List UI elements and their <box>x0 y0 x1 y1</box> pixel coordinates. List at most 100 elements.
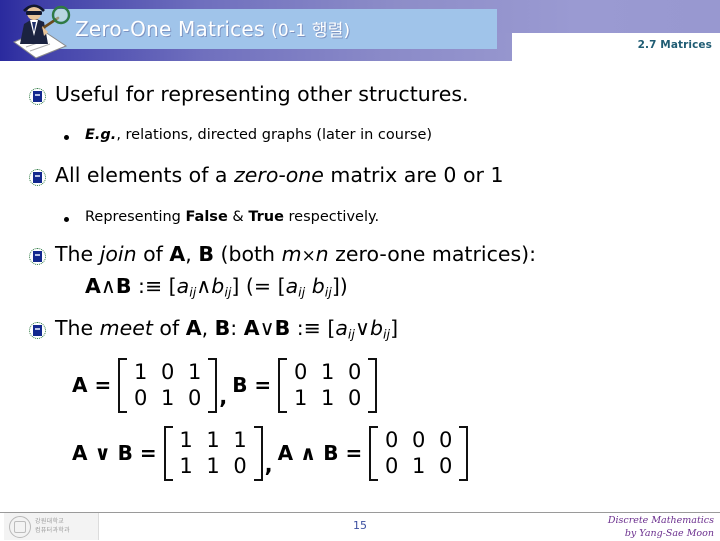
b3-m: m <box>281 242 302 266</box>
course-title: Discrete Mathematics <box>607 515 714 526</box>
bullet-all-elements-zero-one: All elements of a zero-one matrix are 0 … <box>29 163 504 188</box>
section-label: 2.7 Matrices <box>637 39 712 51</box>
b4-or-op2: ∨ <box>354 316 370 340</box>
join-and-op2: ∧ <box>196 274 212 298</box>
join-and-op: ∧ <box>100 274 116 298</box>
matrix-cell: 0 <box>161 360 175 384</box>
b4-ij1: ij <box>347 326 355 342</box>
matrix-cell: 1 <box>188 360 202 384</box>
b4-a: The <box>55 316 100 340</box>
b2s1-c: & <box>227 209 249 225</box>
globe-square-bullet-icon <box>29 248 46 265</box>
course-author: by Yang-Sae Moon <box>624 528 714 540</box>
b4-matrix-A: A <box>185 316 202 340</box>
b3-c: of <box>136 242 170 266</box>
slide-title: Zero-One Matrices (0-1 행렬) <box>75 16 350 41</box>
subbullet-text: Representing False & True respectively. <box>85 209 379 226</box>
matrix-cell: 1 <box>206 427 220 452</box>
b3-k: zero-one matrices): <box>328 242 537 266</box>
subbullet-text: E.g., relations, directed graphs (later … <box>85 127 432 144</box>
matrix-cell: 1 <box>134 360 148 384</box>
matrix-cell: 0 <box>439 454 453 479</box>
bullet-join-definition: The join of A, B (both m×n zero-one matr… <box>29 242 537 267</box>
b2-emph-zero-one: zero-one <box>234 163 324 187</box>
join-B: B <box>115 274 132 298</box>
matrix-cell: 0 <box>439 427 453 452</box>
matrix-cell: 0 <box>412 427 426 452</box>
matrix-cell: 0 <box>385 427 399 452</box>
join-assign: :≡ [ <box>131 274 177 298</box>
matrix-cell: 0 <box>347 360 362 384</box>
matrix-A-meet-B-label: A ∨ B = <box>72 441 157 466</box>
subbullet-examples: E.g., relations, directed graphs (later … <box>64 127 432 144</box>
join-close: ] (= [ <box>231 274 286 298</box>
matrix-row: 1 0 1 <box>127 359 208 385</box>
b4-assign: :≡ [ <box>290 316 336 340</box>
subbullet-eg: E.g. <box>85 127 117 143</box>
subbullet-false-true: Representing False & True respectively. <box>64 209 379 226</box>
matrix-cell: 1 <box>412 454 426 479</box>
matrix-cell: 0 <box>347 386 362 411</box>
b4-or-op: ∨ <box>259 316 275 340</box>
matrix-cell: 1 <box>320 386 335 411</box>
matrix-cell: 0 <box>134 386 148 411</box>
b3-times: × <box>301 245 316 265</box>
matrix-row: 0 1 0 <box>127 385 208 411</box>
b4-lhs-B: B <box>274 316 291 340</box>
join-end: ]) <box>331 274 348 298</box>
join-a2: a <box>285 274 299 298</box>
matrix-cell: 1 <box>179 427 193 452</box>
matrix-A-label: A = <box>72 373 112 398</box>
matrix-row: 0 0 0 <box>378 427 459 453</box>
dot-bullet-icon <box>64 217 69 222</box>
join-a: a <box>176 274 190 298</box>
b4-a-var: a <box>335 316 348 340</box>
b3-e: , <box>185 242 199 266</box>
slide-footer: 강원대학교 컴퓨터과학과 15 Discrete Mathematics by … <box>0 513 720 540</box>
b4-b-var: b <box>369 316 383 340</box>
course-credit: Discrete Mathematics by Yang-Sae Moon <box>608 514 714 541</box>
join-ij4: ij <box>324 284 332 300</box>
b4-ij2: ij <box>383 326 391 342</box>
matrix-A-join-B: 0 0 0 0 1 0 <box>369 425 469 481</box>
matrix-cell: 1 <box>179 454 193 479</box>
b3-g: (both <box>213 242 282 266</box>
b4-close: ] <box>390 316 399 340</box>
matrix-cell: 0 <box>233 454 247 479</box>
bullet-meet-definition: The meet of A, B: A∨B :≡ [aij∨bij] <box>29 316 399 342</box>
slide-title-main: Zero-One Matrices <box>75 17 272 41</box>
bullet-text: Useful for representing other structures… <box>55 82 469 106</box>
dot-bullet-icon <box>64 135 69 140</box>
b2-part-a: All elements of a <box>55 163 235 187</box>
matrix-row-results: A ∨ B = 1 1 1 1 1 0 , A ∧ B = 0 0 0 0 1 … <box>72 425 469 481</box>
matrix-row: 1 1 1 <box>173 427 254 453</box>
b3-matrix-B: B <box>198 242 214 266</box>
b3-a: The <box>55 242 100 266</box>
matrix-cell: 0 <box>188 386 202 411</box>
b4-e: , <box>201 316 215 340</box>
b2-part-c: matrix are 0 or 1 <box>323 163 504 187</box>
matrix-A: 1 0 1 0 1 0 <box>118 358 218 413</box>
matrix-B-label: B = <box>232 373 272 398</box>
matrix-row: 1 1 0 <box>173 453 254 479</box>
bullet-text: The meet of A, B: A∨B :≡ [aij∨bij] <box>55 316 399 342</box>
matrix-cell: 1 <box>293 386 308 411</box>
matrix-cell: 1 <box>161 386 175 411</box>
b4-lhs-A: A <box>243 316 260 340</box>
matrix-row: 0 1 0 <box>378 453 459 479</box>
matrix-cell: 1 <box>233 427 247 452</box>
bullet-useful-for-representing: Useful for representing other structures… <box>29 82 469 107</box>
matrix-row: 1 1 0 <box>287 385 368 411</box>
globe-square-bullet-icon <box>29 169 46 186</box>
join-A: A <box>85 274 101 298</box>
globe-square-bullet-icon <box>29 322 46 339</box>
matrix-cell: 0 <box>385 454 399 479</box>
matrix-cell: 1 <box>206 454 220 479</box>
matrix-separator-comma: , <box>264 452 273 477</box>
b4-matrix-B: B <box>214 316 231 340</box>
slide-title-korean: (0-1 행렬) <box>271 21 351 41</box>
matrix-examples-figure: A = 1 0 1 0 1 0 , B = 0 1 0 1 1 0 A ∨ B … <box>72 358 469 494</box>
join-b: b <box>211 274 225 298</box>
detective-with-magnifier-icon <box>8 2 72 60</box>
b2s1-false: False <box>185 209 228 225</box>
